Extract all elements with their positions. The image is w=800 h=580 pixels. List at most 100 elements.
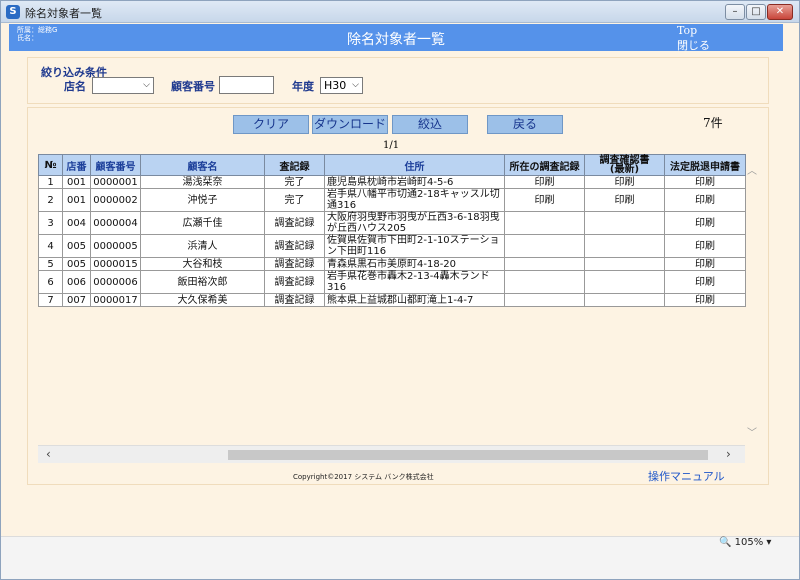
zoom-level[interactable]: 🔍 105% ▾ <box>719 537 771 548</box>
col-header-confirm: 調査確認書 (最新) <box>584 154 665 176</box>
manual-link[interactable]: 操作マニュアル <box>648 468 725 484</box>
row-survey-print <box>504 257 585 271</box>
row-no: 2 <box>38 188 63 212</box>
row-store: 005 <box>62 234 91 258</box>
window-title: 除名対象者一覧 <box>25 7 102 20</box>
row-confirm-print <box>584 234 665 258</box>
chevron-down-icon: ⌵ <box>143 80 150 90</box>
row-survey-print[interactable]: 印刷 <box>504 175 585 189</box>
row-confirm-print <box>584 293 665 307</box>
scroll-left-icon[interactable]: ‹ <box>46 447 51 461</box>
minimize-button[interactable]: – <box>725 4 745 20</box>
row-withdraw-print[interactable]: 印刷 <box>664 175 746 189</box>
back-button[interactable]: 戻る <box>487 115 563 134</box>
row-confirm-print[interactable]: 印刷 <box>584 188 665 212</box>
row-no: 6 <box>38 270 63 294</box>
row-customer-no[interactable]: 0000005 <box>90 234 141 258</box>
row-customer-name: 大久保希美 <box>140 293 265 307</box>
app-window: S 除名対象者一覧 – □ ✕ 所属：総務G 氏名： 除名対象者一覧 Top 閉… <box>0 0 800 580</box>
vertical-scrollbar[interactable]: ︿ ﹀ <box>745 154 759 444</box>
row-confirm-print[interactable]: 印刷 <box>584 175 665 189</box>
store-select[interactable]: ⌵ <box>92 77 154 94</box>
year-select[interactable]: H30 ⌵ <box>320 77 363 94</box>
row-customer-no[interactable]: 0000002 <box>90 188 141 212</box>
row-record[interactable]: 調査記録 <box>264 211 325 235</box>
row-customer-no[interactable]: 0000004 <box>90 211 141 235</box>
table-row: 2 001 0000002 沖悦子 完了 岩手県八幡平市切通2-18キャッスル切通316 印… <box>38 188 746 212</box>
row-customer-name: 湯浅栞奈 <box>140 175 265 189</box>
table-row: 6 006 0000006 飯田裕次郎 調査記録 岩手県花巻市轟木2-13-4轟木ランド3… <box>38 270 746 294</box>
row-store: 006 <box>62 270 91 294</box>
col-header-withdraw: 法定脱退申請書 <box>664 154 746 176</box>
store-label: 店名 <box>64 80 86 93</box>
row-address: 大阪府羽曳野市羽曳が丘西3-6-18羽曳が丘西ハウス205 <box>324 211 505 235</box>
row-withdraw-print[interactable]: 印刷 <box>664 211 746 235</box>
customer-no-input[interactable] <box>219 76 274 94</box>
row-no: 5 <box>38 257 63 271</box>
row-record[interactable]: 調査記録 <box>264 270 325 294</box>
close-window-button[interactable]: ✕ <box>767 4 793 20</box>
row-address: 岩手県花巻市轟木2-13-4轟木ランド316 <box>324 270 505 294</box>
row-store: 007 <box>62 293 91 307</box>
table-row: 7 007 0000017 大久保希美 調査記録 熊本県上益城郡山都町滝上1-4-7 印刷 <box>38 293 746 307</box>
row-address: 佐賀県佐賀市下田町2-1-10ステーション下田町116 <box>324 234 505 258</box>
results-table: № 店番 顧客番号 顧客名 査記録 住所 所在の調査記録 調査確認書 (最新) … <box>38 154 746 307</box>
chevron-down-icon: ⌵ <box>352 80 359 90</box>
close-page-link[interactable]: 閉じる <box>677 37 710 53</box>
year-label: 年度 <box>292 80 314 93</box>
page-header: 所属：総務G 氏名： 除名対象者一覧 Top 閉じる <box>9 24 783 53</box>
row-store: 005 <box>62 257 91 271</box>
col-header-customer-name: 顧客名 <box>140 154 265 176</box>
row-store: 001 <box>62 175 91 189</box>
row-confirm-print <box>584 257 665 271</box>
table-row: 1 001 0000001 湯浅栞奈 完了 鹿児島県枕崎市岩崎町4-5-6 印刷 印刷 印刷 <box>38 175 746 189</box>
row-confirm-print <box>584 211 665 235</box>
row-withdraw-print[interactable]: 印刷 <box>664 270 746 294</box>
table-header-row: № 店番 顧客番号 顧客名 査記録 住所 所在の調査記録 調査確認書 (最新) … <box>38 154 746 176</box>
row-customer-no[interactable]: 0000006 <box>90 270 141 294</box>
row-withdraw-print[interactable]: 印刷 <box>664 234 746 258</box>
row-withdraw-print[interactable]: 印刷 <box>664 293 746 307</box>
row-no: 3 <box>38 211 63 235</box>
row-confirm-print <box>584 270 665 294</box>
result-count: 7件 <box>703 116 723 130</box>
chevron-down-icon: ▾ <box>766 537 772 548</box>
row-customer-no[interactable]: 0000001 <box>90 175 141 189</box>
copyright: Copyright©2017 システム バンク株式会社 <box>293 473 434 481</box>
row-withdraw-print[interactable]: 印刷 <box>664 188 746 212</box>
download-button[interactable]: ダウンロード <box>312 115 388 134</box>
col-header-record: 査記録 <box>264 154 325 176</box>
row-record: 完了 <box>264 188 325 212</box>
row-survey-print[interactable]: 印刷 <box>504 188 585 212</box>
horizontal-scrollbar[interactable]: ‹ › <box>38 445 745 463</box>
row-record: 完了 <box>264 175 325 189</box>
scroll-right-icon[interactable]: › <box>726 447 731 461</box>
scroll-up-icon[interactable]: ︿ <box>747 162 757 177</box>
scroll-down-icon[interactable]: ﹀ <box>747 424 757 439</box>
customer-no-label: 顧客番号 <box>171 80 215 93</box>
page-title: 除名対象者一覧 <box>347 32 445 48</box>
horizontal-scroll-thumb[interactable] <box>228 450 708 460</box>
row-customer-no[interactable]: 0000017 <box>90 293 141 307</box>
row-address: 岩手県八幡平市切通2-18キャッスル切通316 <box>324 188 505 212</box>
title-bar: S 除名対象者一覧 – □ ✕ <box>1 1 799 23</box>
status-bar <box>1 536 799 579</box>
row-customer-name: 沖悦子 <box>140 188 265 212</box>
row-record[interactable]: 調査記録 <box>264 234 325 258</box>
row-record[interactable]: 調査記録 <box>264 293 325 307</box>
row-survey-print <box>504 270 585 294</box>
row-customer-name: 大谷和枝 <box>140 257 265 271</box>
row-record[interactable]: 調査記録 <box>264 257 325 271</box>
maximize-button[interactable]: □ <box>746 4 766 20</box>
row-survey-print <box>504 234 585 258</box>
clear-button[interactable]: クリア <box>233 115 309 134</box>
col-header-address: 住所 <box>324 154 505 176</box>
top-link[interactable]: Top <box>677 24 697 37</box>
zoom-icon: 🔍 <box>719 537 732 548</box>
row-withdraw-print[interactable]: 印刷 <box>664 257 746 271</box>
table-row: 3 004 0000004 広瀬千佳 調査記録 大阪府羽曳野市羽曳が丘西3-6-18羽曳が… <box>38 211 746 235</box>
filter-button[interactable]: 絞込 <box>392 115 468 134</box>
row-customer-no[interactable]: 0000015 <box>90 257 141 271</box>
row-survey-print <box>504 211 585 235</box>
row-no: 7 <box>38 293 63 307</box>
